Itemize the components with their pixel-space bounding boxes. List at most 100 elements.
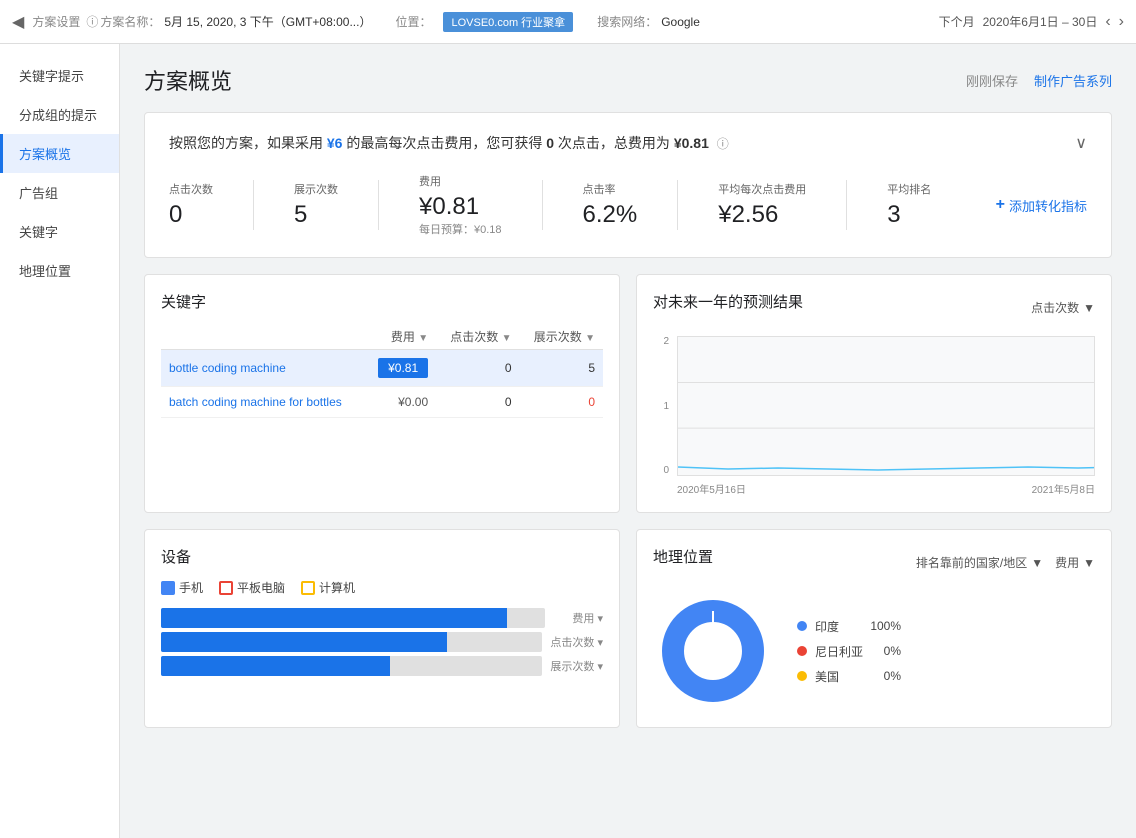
tablet-dot — [219, 581, 233, 595]
bar-row-cost: 费用 ▾ — [161, 608, 603, 628]
donut-container: 印度 100% 尼日利亚 0% 美国 0% — [653, 591, 1095, 711]
kw-clicks-1: 0 — [436, 350, 519, 387]
table-row: bottle coding machine ¥0.81 0 5 — [161, 350, 603, 387]
usa-dot — [797, 671, 807, 681]
col-keyword — [161, 324, 365, 350]
stat-impressions: 展示次数 5 — [294, 181, 338, 229]
stat-cost: 费用 ¥0.81 每日预算：¥0.18 — [419, 173, 502, 237]
kw-name-2[interactable]: batch coding machine for bottles — [161, 387, 365, 418]
save-label: 刚刚保存 — [966, 71, 1018, 90]
geo-card-header: 地理位置 排名靠前的国家/地区 ▼ 费用 ▼ — [653, 546, 1095, 579]
prev-arrow[interactable]: ‹ — [1105, 13, 1110, 31]
stat-cost-value: ¥0.81 — [419, 193, 502, 221]
summary-card: 按照您的方案，如果采用 ¥6 的最高每次点击费用，您可获得 0 次点击，总费用为… — [144, 112, 1112, 258]
forecast-chart: 2 1 0 2020年5月16日 — [653, 336, 1095, 496]
plan-section: 方案设置 ⓘ 方案名称： 5月 15, 2020, 3 下午（GMT+08:00… — [32, 13, 375, 30]
forecast-svg — [678, 337, 1094, 475]
india-dot — [797, 621, 807, 631]
chart-canvas — [677, 336, 1095, 476]
mobile-label: 手机 — [179, 579, 203, 596]
chart-header: 对未来一年的预测结果 点击次数 ▼ — [653, 291, 1095, 324]
col-cost-header[interactable]: 费用 ▼ — [365, 324, 436, 350]
forecast-dropdown[interactable]: 点击次数 ▼ — [1031, 299, 1095, 316]
plan-name-label: 方案名称： — [100, 13, 160, 30]
page-header: 方案概览 刚刚保存 制作广告系列 — [144, 64, 1112, 96]
next-month-label: 下个月 — [939, 13, 975, 30]
top-bar-right: 下个月 2020年6月1日 – 30日 ‹ › — [939, 13, 1124, 31]
geo-legend-india: 印度 100% — [797, 618, 901, 635]
two-col-grid: 关键字 费用 ▼ 点击次数 ▼ — [144, 274, 1112, 513]
geo-country-filter[interactable]: 排名靠前的国家/地区 ▼ — [916, 554, 1043, 571]
geo-card: 地理位置 排名靠前的国家/地区 ▼ 费用 ▼ — [636, 529, 1112, 728]
sidebar-item-adgroup[interactable]: 广告组 — [0, 173, 119, 212]
mobile-dot — [161, 581, 175, 595]
kw-impressions-2: 0 — [520, 387, 603, 418]
plan-name-value: 5月 15, 2020, 3 下午（GMT+08:00...） — [164, 13, 371, 30]
next-arrow[interactable]: › — [1119, 13, 1124, 31]
back-arrow[interactable]: ◀ — [12, 12, 24, 32]
india-label: 印度 — [815, 618, 862, 635]
table-row: batch coding machine for bottles ¥0.00 0… — [161, 387, 603, 418]
sidebar-item-overview[interactable]: 方案概览 — [0, 134, 119, 173]
cost-filter-arrow-icon: ▼ — [1083, 556, 1095, 570]
computer-dot — [301, 581, 315, 595]
watermark-badge: LOVSE0.com 行业聚拿 — [443, 12, 573, 32]
bar-fill-impressions — [161, 656, 390, 676]
sidebar-item-keywords[interactable]: 关键字提示 — [0, 56, 119, 95]
bar-label-clicks[interactable]: 点击次数 ▾ — [550, 634, 603, 650]
create-campaign-button[interactable]: 制作广告系列 — [1034, 71, 1112, 90]
forecast-card: 对未来一年的预测结果 点击次数 ▼ 2 1 0 — [636, 274, 1112, 513]
stat-avg-rank-value: 3 — [887, 201, 931, 229]
plan-label: 方案设置 — [32, 13, 80, 30]
stat-avg-rank-label: 平均排名 — [887, 181, 931, 197]
bar-label-impressions[interactable]: 展示次数 ▾ — [550, 658, 603, 674]
nigeria-pct: 0% — [871, 644, 901, 658]
stat-ctr: 点击率 6.2% — [583, 181, 638, 229]
x-label-start: 2020年5月16日 — [677, 481, 746, 496]
sidebar-item-groups[interactable]: 分成组的提示 — [0, 95, 119, 134]
stats-row: 点击次数 0 展示次数 5 费用 ¥0.81 每日预算：¥0.18 点击率 6 — [169, 173, 1087, 237]
usa-pct: 0% — [871, 669, 901, 683]
top-bar: ◀ 方案设置 ⓘ 方案名称： 5月 15, 2020, 3 下午（GMT+08:… — [0, 0, 1136, 44]
bar-label-cost[interactable]: 费用 ▾ — [553, 610, 603, 626]
stat-avg-rank: 平均排名 3 — [887, 181, 931, 229]
location-section: 位置： LOVSE0.com 行业聚拿 — [395, 12, 577, 32]
bar-fill-clicks — [161, 632, 447, 652]
y-label-1: 1 — [663, 401, 669, 412]
geo-cost-filter[interactable]: 费用 ▼ — [1055, 554, 1095, 571]
stat-clicks: 点击次数 0 — [169, 181, 213, 229]
stat-cost-label: 费用 — [419, 173, 502, 189]
donut-chart — [653, 591, 773, 711]
col-clicks-header[interactable]: 点击次数 ▼ — [436, 324, 519, 350]
summary-description: 按照您的方案，如果采用 ¥6 的最高每次点击费用，您可获得 0 次点击，总费用为… — [169, 133, 1087, 153]
stat-cost-sub: 每日预算：¥0.18 — [419, 221, 502, 237]
bar-container-clicks — [161, 632, 542, 652]
stat-clicks-value: 0 — [169, 201, 213, 229]
add-conversion-btn[interactable]: + 添加转化指标 — [996, 196, 1087, 215]
sidebar: 关键字提示 分成组的提示 方案概览 广告组 关键字 地理位置 — [0, 44, 120, 838]
keywords-table: 费用 ▼ 点击次数 ▼ 展示次数 ▼ — [161, 324, 603, 418]
kw-name-1[interactable]: bottle coding machine — [161, 350, 365, 387]
sort-cost-icon: ▼ — [418, 333, 428, 344]
keywords-card: 关键字 费用 ▼ 点击次数 ▼ — [144, 274, 620, 513]
location-label: 位置： — [395, 13, 431, 30]
page-title: 方案概览 — [144, 64, 232, 96]
chevron-down-icon[interactable]: ∨ — [1075, 133, 1087, 153]
computer-label: 计算机 — [319, 579, 355, 596]
stat-avg-cpc: 平均每次点击费用 ¥2.56 — [718, 181, 806, 229]
col-impressions-header[interactable]: 展示次数 ▼ — [520, 324, 603, 350]
bar-fill-cost — [161, 608, 507, 628]
bar-row-clicks: 点击次数 ▾ — [161, 632, 603, 652]
device-legend: 手机 平板电脑 计算机 — [161, 579, 603, 596]
stat-divider-5 — [846, 180, 847, 230]
geo-title: 地理位置 — [653, 546, 713, 567]
sidebar-item-geo[interactable]: 地理位置 — [0, 251, 119, 290]
sidebar-item-keyword[interactable]: 关键字 — [0, 212, 119, 251]
forecast-title: 对未来一年的预测结果 — [653, 291, 803, 312]
keywords-card-title: 关键字 — [161, 291, 603, 312]
stat-impressions-label: 展示次数 — [294, 181, 338, 197]
next-month-value: 2020年6月1日 – 30日 — [983, 13, 1098, 30]
stat-avg-cpc-value: ¥2.56 — [718, 201, 806, 229]
devices-title: 设备 — [161, 546, 603, 567]
kw-cost-2: ¥0.00 — [365, 387, 436, 418]
